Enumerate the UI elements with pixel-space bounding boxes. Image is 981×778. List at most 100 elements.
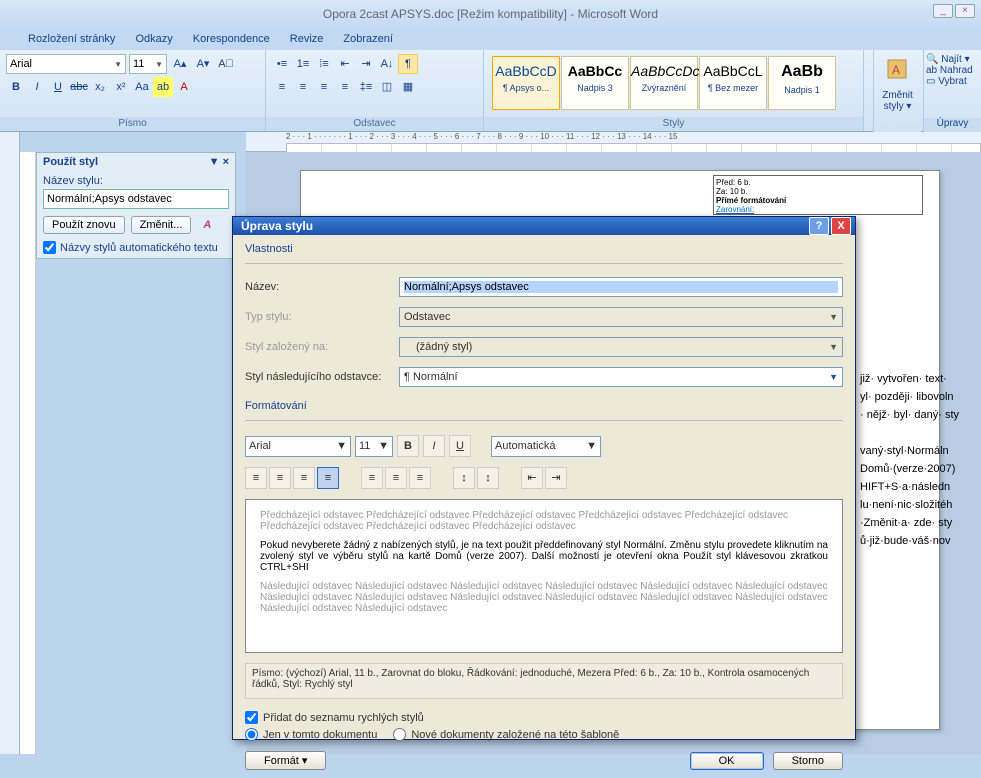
apply-style-pane: Použít styl ▼ × Název stylu: Použít znov… xyxy=(36,152,236,259)
ruler[interactable]: 2 · · · 1 · · · · · · · 1 · · · 2 · · · … xyxy=(246,132,981,152)
properties-heading: Vlastnosti xyxy=(245,243,843,255)
style-tooltip: Před: 6 b. Za: 10 b. Přímé formátování Z… xyxy=(713,175,923,215)
dialog-help-button[interactable]: ? xyxy=(809,217,829,235)
shading-button[interactable]: ◫ xyxy=(377,77,397,97)
dlg-justify[interactable]: ≡ xyxy=(317,467,339,489)
strike-button[interactable]: abc xyxy=(69,77,89,97)
styles-gallery[interactable]: AaBbCcD¶ Apsys o... AaBbCcNadpis 3 AaBbC… xyxy=(490,54,857,112)
highlight-button[interactable]: ab xyxy=(153,77,173,97)
dlg-spacing-1[interactable]: ≡ xyxy=(361,467,383,489)
dlg-bold-button[interactable]: B xyxy=(397,435,419,457)
bullets-button[interactable]: •≡ xyxy=(272,54,292,74)
shrink-font-button[interactable]: A▾ xyxy=(193,54,213,74)
style-name-input[interactable] xyxy=(43,189,229,209)
para-group-label: Odstavec xyxy=(266,117,483,131)
pane-menu-icon[interactable]: ▼ xyxy=(209,156,220,168)
font-name-combo[interactable]: Arial▼ xyxy=(6,54,126,74)
dlg-space-before-inc[interactable]: ↕ xyxy=(453,467,475,489)
borders-button[interactable]: ▦ xyxy=(398,77,418,97)
reapply-button[interactable]: Použít znovu xyxy=(43,216,125,234)
ribbon-tabs: Rozložení stránky Odkazy Korespondence R… xyxy=(0,28,981,50)
tab-references[interactable]: Odkazy xyxy=(135,28,172,50)
type-label: Typ stylu: xyxy=(245,311,391,323)
scope-template-radio[interactable] xyxy=(393,728,406,741)
autotext-label: Názvy stylů automatického textu xyxy=(60,242,218,254)
find-button[interactable]: 🔍 Najít ▾ xyxy=(926,54,979,65)
dlg-spacing-2[interactable]: ≡ xyxy=(409,467,431,489)
dlg-underline-button[interactable]: U xyxy=(449,435,471,457)
name-label: Název: xyxy=(245,281,391,293)
show-marks-button[interactable]: ¶ xyxy=(398,54,418,74)
select-button[interactable]: ▭ Vybrat xyxy=(926,76,979,87)
next-para-label: Styl následujícího odstavce: xyxy=(245,371,391,383)
sort-button[interactable]: A↓ xyxy=(377,54,397,74)
tab-mailings[interactable]: Korespondence xyxy=(193,28,270,50)
grow-font-button[interactable]: A▴ xyxy=(170,54,190,74)
dialog-title: Úprava stylu xyxy=(241,219,313,233)
align-right-button[interactable]: ≡ xyxy=(314,77,334,97)
dlg-font-combo[interactable]: Arial▼ xyxy=(245,436,351,457)
modify-button[interactable]: Změnit... xyxy=(131,216,192,234)
style-item-zvyrazneni[interactable]: AaBbCcDcZvýraznění xyxy=(630,56,698,110)
dlg-indent-dec[interactable]: ⇤ xyxy=(521,467,543,489)
tab-review[interactable]: Revize xyxy=(290,28,324,50)
line-spacing-button[interactable]: ‡≡ xyxy=(356,77,376,97)
style-item-nadpis3[interactable]: AaBbCcNadpis 3 xyxy=(561,56,629,110)
dlg-align-right[interactable]: ≡ xyxy=(293,467,315,489)
styles-group-label: Styly xyxy=(484,117,863,131)
modify-style-dialog: Úprava stylu ? X Vlastnosti Název: Typ s… xyxy=(232,216,856,740)
scope-doc-radio[interactable] xyxy=(245,728,258,741)
outdent-button[interactable]: ⇤ xyxy=(335,54,355,74)
pane-title: Použít styl xyxy=(43,156,98,168)
style-name-label: Název stylu: xyxy=(43,175,229,187)
italic-button[interactable]: I xyxy=(27,77,47,97)
align-left-button[interactable]: ≡ xyxy=(272,77,292,97)
ok-button[interactable]: OK xyxy=(690,752,764,770)
style-item-apsys[interactable]: AaBbCcD¶ Apsys o... xyxy=(492,56,560,110)
justify-button[interactable]: ≡ xyxy=(335,77,355,97)
dlg-size-combo[interactable]: 11▼ xyxy=(355,436,393,457)
change-case-button[interactable]: Aa xyxy=(132,77,152,97)
based-on-combo: (žádný styl)▼ xyxy=(399,337,843,357)
quick-styles-checkbox[interactable] xyxy=(245,711,258,724)
numbering-button[interactable]: 1≡ xyxy=(293,54,313,74)
font-color-button[interactable]: A xyxy=(174,77,194,97)
tab-view[interactable]: Zobrazení xyxy=(343,28,393,50)
dlg-spacing-15[interactable]: ≡ xyxy=(385,467,407,489)
based-on-label: Styl založený na: xyxy=(245,341,391,353)
close-button[interactable]: × xyxy=(955,4,975,18)
dlg-indent-inc[interactable]: ⇥ xyxy=(545,467,567,489)
indent-button[interactable]: ⇥ xyxy=(356,54,376,74)
minimize-button[interactable]: _ xyxy=(933,4,953,18)
editing-group: 🔍 Najít ▾ ab Nahrad ▭ Vybrat Úpravy xyxy=(923,50,981,132)
superscript-button[interactable]: x² xyxy=(111,77,131,97)
dlg-align-left[interactable]: ≡ xyxy=(245,467,267,489)
multilevel-button[interactable]: ⁞≡ xyxy=(314,54,334,74)
dialog-titlebar[interactable]: Úprava stylu ? X xyxy=(233,217,855,235)
bold-button[interactable]: B xyxy=(6,77,26,97)
underline-button[interactable]: U xyxy=(48,77,68,97)
ribbon: Arial▼ 11▼ A▴ A▾ A⃠ B I U abc x₂ x² Aa a… xyxy=(0,50,981,132)
style-name-field[interactable] xyxy=(399,277,843,297)
dlg-italic-button[interactable]: I xyxy=(423,435,445,457)
change-styles-button[interactable]: A Změnit styly ▾ xyxy=(873,50,921,132)
document-text-fragment: již· vytvořen· text· yl· později· libovo… xyxy=(860,370,980,550)
autotext-checkbox[interactable] xyxy=(43,241,56,254)
style-description: Písmo: (výchozí) Arial, 11 b., Zarovnat … xyxy=(245,663,843,699)
next-para-combo[interactable]: ¶ Normální▼ xyxy=(399,367,843,387)
pane-close-icon[interactable]: × xyxy=(223,156,229,168)
clear-format-button[interactable]: A⃠ xyxy=(216,54,236,74)
dlg-align-center[interactable]: ≡ xyxy=(269,467,291,489)
replace-button[interactable]: ab Nahrad xyxy=(926,65,979,76)
style-item-nadpis1[interactable]: AaBbNadpis 1 xyxy=(768,56,836,110)
dlg-color-combo[interactable]: Automatická▼ xyxy=(491,436,601,457)
styles-pane-icon[interactable]: A xyxy=(197,215,217,235)
cancel-button[interactable]: Storno xyxy=(773,752,843,770)
subscript-button[interactable]: x₂ xyxy=(90,77,110,97)
tab-layout[interactable]: Rozložení stránky xyxy=(28,28,115,50)
font-size-combo[interactable]: 11▼ xyxy=(129,54,167,74)
dlg-space-before-dec[interactable]: ↕ xyxy=(477,467,499,489)
align-center-button[interactable]: ≡ xyxy=(293,77,313,97)
dialog-close-button[interactable]: X xyxy=(831,217,851,235)
style-item-bezmezer[interactable]: AaBbCcL¶ Bez mezer xyxy=(699,56,767,110)
